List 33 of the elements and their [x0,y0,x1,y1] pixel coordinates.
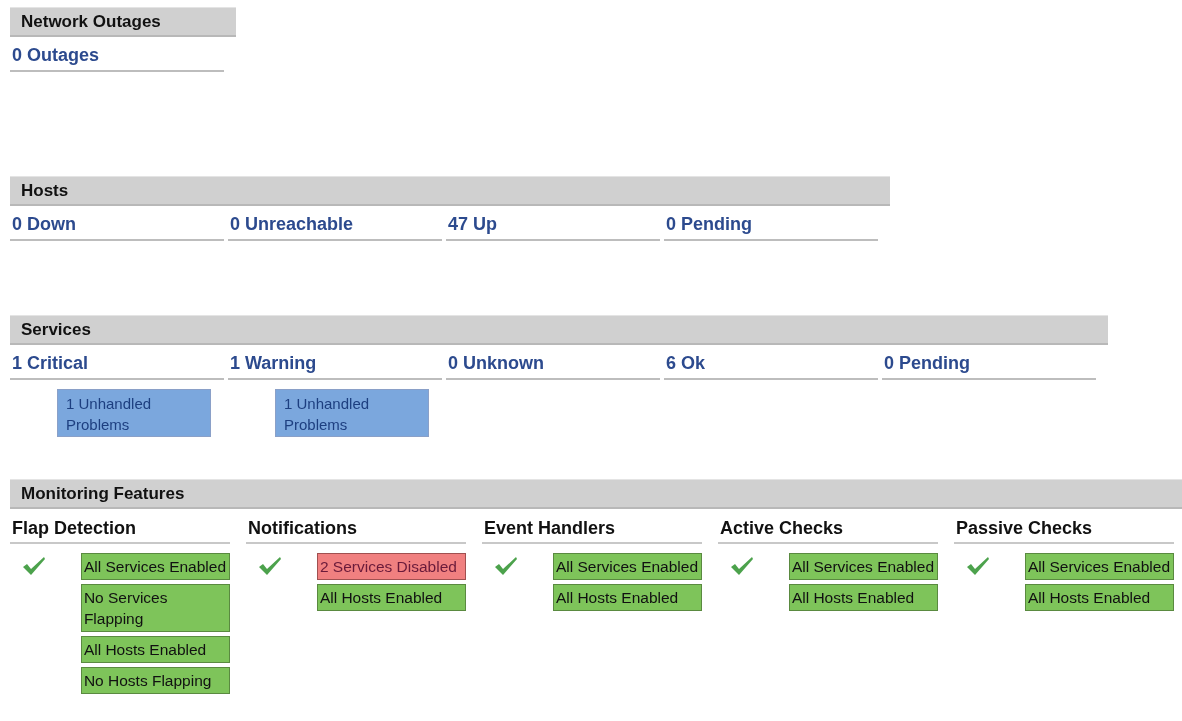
status-badge[interactable]: All Hosts Enabled [552,584,702,611]
status-badge[interactable]: All Services Enabled [788,553,938,580]
section-header: Services [10,315,1108,345]
status-badge[interactable]: All Services Enabled [1024,553,1174,580]
status-badge[interactable]: All Services Enabled [80,553,230,580]
status-link[interactable]: 0 Pending [882,345,1096,380]
section-header: Hosts [10,176,890,206]
status-badge[interactable]: No Hosts Flapping [80,667,230,694]
status-badge[interactable]: All Hosts Enabled [80,636,230,663]
unhandled-problems-link[interactable]: 1 Unhandled Problems [275,389,429,437]
status-link[interactable]: 47 Up [446,206,660,241]
unhandled-problems-link[interactable]: 1 Unhandled Problems [57,389,211,437]
section-header: Monitoring Features [10,479,1182,509]
status-badge[interactable]: All Services Enabled [552,553,702,580]
status-badge[interactable]: All Hosts Enabled [788,584,938,611]
feature-title: Passive Checks [954,509,1174,544]
status-link[interactable]: 1 Warning [228,345,442,380]
status-link[interactable]: 0 Pending [664,206,878,241]
status-badge[interactable]: All Hosts Enabled [1024,584,1174,611]
status-badge[interactable]: 2 Services Disabled [316,553,466,580]
feature-title: Notifications [246,509,466,544]
status-link[interactable]: 0 Outages [10,37,224,72]
status-badge[interactable]: No Services Flapping [80,584,230,632]
section-header: Network Outages [10,7,236,37]
status-link[interactable]: 0 Down [10,206,224,241]
feature-title: Flap Detection [10,509,230,544]
status-link[interactable]: 6 Ok [664,345,878,380]
status-link[interactable]: 0 Unreachable [228,206,442,241]
feature-title: Active Checks [718,509,938,544]
status-link[interactable]: 0 Unknown [446,345,660,380]
status-link[interactable]: 1 Critical [10,345,224,380]
feature-title: Event Handlers [482,509,702,544]
status-badge[interactable]: All Hosts Enabled [316,584,466,611]
